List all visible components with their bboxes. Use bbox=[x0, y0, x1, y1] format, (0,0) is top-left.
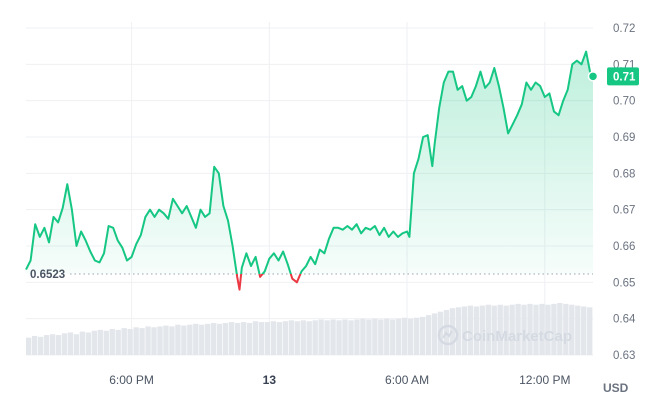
volume-bar bbox=[354, 319, 360, 355]
volume-bar bbox=[407, 318, 414, 355]
y-tick-label: 0.72 bbox=[613, 23, 635, 35]
volume-bar bbox=[425, 315, 432, 355]
volume-bar bbox=[378, 319, 384, 355]
volume-bar bbox=[193, 323, 199, 355]
volume-bar bbox=[216, 323, 223, 355]
volume-bar bbox=[49, 334, 56, 355]
volume-bar bbox=[85, 332, 92, 355]
volume-bar bbox=[264, 322, 271, 355]
current-price-marker: 0.71 bbox=[587, 67, 639, 86]
volume-bar bbox=[587, 307, 593, 355]
current-price-label: 0.71 bbox=[613, 71, 636, 83]
volume-bar bbox=[270, 321, 277, 355]
volume-bar bbox=[205, 323, 211, 355]
volume-bar bbox=[67, 332, 74, 355]
volume-bar bbox=[402, 317, 408, 355]
y-tick-label: 0.66 bbox=[613, 241, 635, 253]
volume-bar bbox=[342, 319, 348, 355]
volume-bar bbox=[61, 333, 68, 355]
volume-bar bbox=[31, 335, 38, 355]
volume-bar bbox=[43, 335, 50, 355]
volume-bar bbox=[306, 321, 312, 355]
y-tick-label: 0.63 bbox=[613, 350, 635, 362]
volume-bar bbox=[372, 318, 378, 355]
y-tick-label: 0.64 bbox=[613, 314, 636, 326]
volume-bar bbox=[288, 320, 294, 355]
volume-bar bbox=[300, 320, 306, 355]
volume-bar bbox=[26, 337, 32, 355]
volume-bar bbox=[222, 322, 229, 355]
volume-bar bbox=[157, 326, 163, 355]
currency-unit-label: USD bbox=[603, 381, 629, 395]
volume-bar bbox=[127, 329, 133, 355]
volume-bar bbox=[348, 320, 354, 355]
volume-bar bbox=[581, 306, 587, 355]
volume-bar bbox=[431, 313, 438, 355]
volume-bar bbox=[145, 326, 151, 355]
volume-bar bbox=[73, 334, 80, 355]
volume-bar bbox=[37, 336, 44, 355]
volume-bar bbox=[115, 329, 121, 355]
volume-bar bbox=[228, 322, 235, 355]
volume-bar bbox=[282, 321, 289, 355]
volume-bar bbox=[234, 322, 241, 355]
y-tick-label: 0.69 bbox=[613, 132, 635, 144]
volume-bar bbox=[252, 321, 259, 355]
volume-bar bbox=[175, 324, 181, 355]
volume-bar bbox=[139, 328, 145, 355]
volume-bar bbox=[133, 327, 139, 355]
volume-bar bbox=[187, 324, 193, 355]
volume-bar bbox=[360, 318, 366, 355]
volume-bar bbox=[240, 322, 247, 355]
reference-price-label: 0.6523 bbox=[30, 269, 65, 281]
volume-bar bbox=[413, 317, 420, 355]
y-tick-label: 0.68 bbox=[613, 168, 635, 180]
volume-bar bbox=[312, 320, 318, 355]
y-tick-label: 0.70 bbox=[613, 96, 635, 108]
volume-bar bbox=[318, 319, 324, 355]
volume-bar bbox=[336, 320, 342, 355]
volume-bar bbox=[294, 321, 300, 355]
volume-bar bbox=[324, 320, 330, 355]
x-tick-label: 13 bbox=[263, 373, 277, 387]
volume-bar bbox=[169, 326, 175, 355]
volume-bar bbox=[276, 322, 283, 355]
volume-bar bbox=[258, 322, 265, 355]
volume-bar bbox=[91, 330, 98, 355]
volume-bar bbox=[211, 322, 217, 355]
volume-bar bbox=[103, 330, 109, 355]
x-tick-label: 12:00 PM bbox=[519, 373, 570, 387]
volume-bar bbox=[199, 324, 205, 355]
volume-bar bbox=[121, 328, 127, 355]
volume-bar bbox=[366, 319, 372, 355]
volume-bar bbox=[181, 325, 187, 355]
volume-bar bbox=[79, 331, 86, 355]
price-chart: CoinMarketCap 0.6523 0.72 0.71 0.70 0.69 0.6… bbox=[25, 22, 639, 395]
current-price-dot bbox=[587, 71, 599, 82]
volume-bar bbox=[246, 322, 253, 355]
volume-bar bbox=[419, 316, 426, 355]
price-area-fill bbox=[26, 51, 593, 274]
y-tick-label: 0.65 bbox=[613, 277, 635, 289]
volume-bar bbox=[384, 318, 390, 355]
watermark-text: CoinMarketCap bbox=[462, 328, 572, 345]
volume-bar bbox=[109, 329, 115, 355]
volume-bar bbox=[163, 325, 169, 355]
volume-bar bbox=[97, 329, 103, 355]
y-tick-label: 0.67 bbox=[613, 205, 635, 217]
x-tick-label: 6:00 PM bbox=[109, 373, 154, 387]
volume-bar bbox=[390, 319, 396, 355]
volume-bar bbox=[575, 305, 581, 355]
volume-bar bbox=[330, 319, 336, 355]
volume-bar bbox=[151, 327, 157, 355]
volume-bar bbox=[396, 318, 402, 355]
volume-bar bbox=[55, 335, 62, 355]
x-axis: 6:00 PM 13 6:00 AM 12:00 PM bbox=[109, 373, 570, 387]
x-tick-label: 6:00 AM bbox=[385, 373, 429, 387]
